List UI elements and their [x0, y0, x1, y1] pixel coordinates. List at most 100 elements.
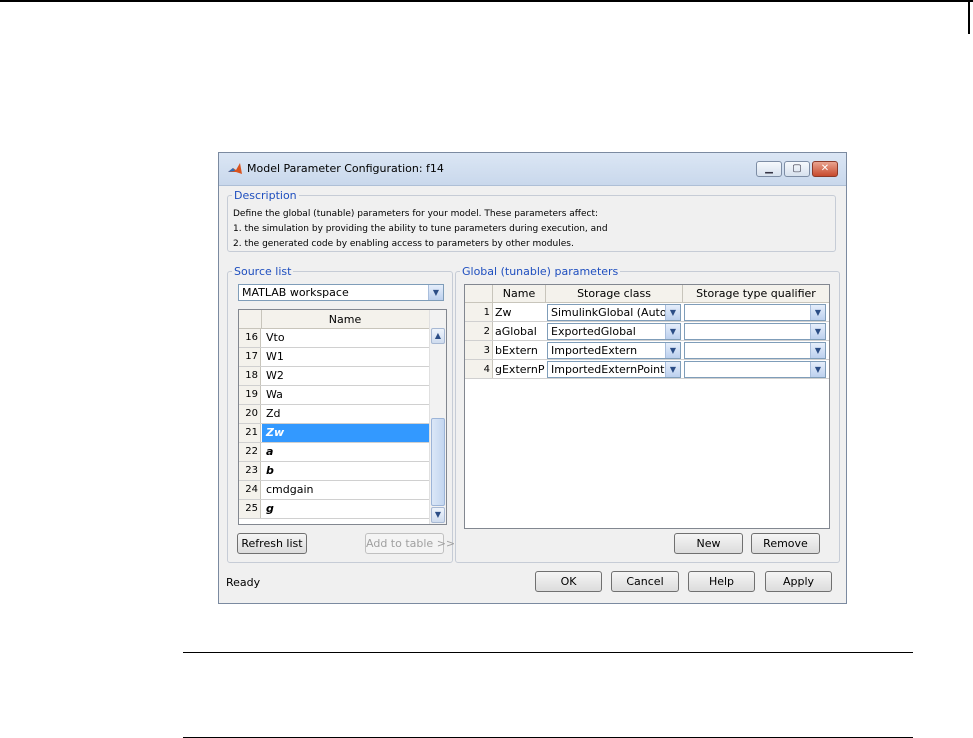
chevron-down-icon[interactable]: ▼ — [810, 305, 825, 320]
row-number: 4 — [465, 360, 493, 378]
list-item[interactable]: 22 a — [239, 443, 429, 462]
table-row[interactable]: 2 aGlobal ExportedGlobal ▼ ▼ — [465, 322, 829, 341]
page-corner-rule — [968, 0, 970, 34]
name-column-header[interactable]: Name — [261, 313, 429, 326]
variable-name: Wa — [266, 388, 283, 401]
description-text: Define the global (tunable) parameters f… — [233, 207, 608, 252]
chevron-down-icon[interactable]: ▼ — [810, 324, 825, 339]
global-params-table[interactable]: Name Storage class Storage type qualifie… — [464, 284, 830, 529]
apply-button[interactable]: Apply — [765, 571, 832, 592]
row-number: 17 — [239, 348, 261, 366]
variable-name: Zw — [266, 426, 285, 439]
list-item[interactable]: 17 W1 — [239, 348, 429, 367]
maximize-icon: ▢ — [792, 163, 802, 174]
chevron-down-icon[interactable]: ▼ — [665, 324, 680, 339]
storage-class-value: ExportedGlobal — [551, 325, 636, 338]
row-number: 3 — [465, 341, 493, 359]
minimize-button[interactable]: ▁ — [756, 161, 782, 177]
matlab-logo-icon — [228, 163, 242, 174]
list-item[interactable]: 19 Wa — [239, 386, 429, 405]
new-button[interactable]: New — [674, 533, 743, 554]
table-header: Name Storage class Storage type qualifie… — [465, 285, 829, 303]
header-corner — [239, 310, 262, 328]
list-item[interactable]: 23 b — [239, 462, 429, 481]
scroll-down-icon[interactable]: ▼ — [431, 507, 445, 523]
table-row[interactable]: 1 Zw SimulinkGlobal (Auto) ▼ ▼ — [465, 303, 829, 322]
storage-class-select[interactable]: SimulinkGlobal (Auto) ▼ — [547, 304, 681, 321]
remove-button[interactable]: Remove — [751, 533, 820, 554]
qualifier-select[interactable]: ▼ — [684, 323, 826, 340]
refresh-list-button[interactable]: Refresh list — [237, 533, 307, 554]
scroll-thumb[interactable] — [431, 418, 445, 506]
chevron-down-icon[interactable]: ▼ — [665, 305, 680, 320]
storage-class-value: ImportedExtern — [551, 344, 638, 357]
storage-class-value: SimulinkGlobal (Auto) — [551, 306, 671, 319]
description-legend: Description — [234, 189, 297, 202]
row-number: 21 — [239, 424, 261, 442]
model-parameter-dialog: Model Parameter Configuration: f14 ▁ ▢ ✕… — [218, 152, 847, 604]
add-to-table-button[interactable]: Add to table >> — [365, 533, 455, 554]
column-header-name[interactable]: Name — [493, 285, 546, 302]
row-number: 20 — [239, 405, 261, 423]
storage-class-select[interactable]: ImportedExtern ▼ — [547, 342, 681, 359]
param-name-cell[interactable]: gExternP — [495, 360, 544, 379]
row-number: 16 — [239, 329, 261, 347]
row-number: 22 — [239, 443, 261, 461]
table-row[interactable]: 4 gExternP ImportedExternPoint... ▼ ▼ — [465, 360, 829, 379]
scroll-up-icon[interactable]: ▲ — [431, 328, 445, 344]
variable-name: g — [266, 502, 274, 515]
row-number: 18 — [239, 367, 261, 385]
list-item[interactable]: 16 Vto — [239, 329, 429, 348]
row-number: 23 — [239, 462, 261, 480]
status-text: Ready — [226, 576, 261, 589]
help-button[interactable]: Help — [688, 571, 755, 592]
variable-name: cmdgain — [266, 483, 314, 496]
qualifier-select[interactable]: ▼ — [684, 304, 826, 321]
row-number: 1 — [465, 303, 493, 321]
chevron-down-icon[interactable]: ▼ — [810, 343, 825, 358]
list-item[interactable]: 25 g — [239, 500, 429, 519]
list-item[interactable]: 18 W2 — [239, 367, 429, 386]
column-header-storage-class[interactable]: Storage class — [546, 285, 683, 302]
close-icon: ✕ — [820, 163, 830, 174]
list-item[interactable]: 20 Zd — [239, 405, 429, 424]
param-name-cell[interactable]: aGlobal — [495, 322, 537, 341]
row-number: 24 — [239, 481, 261, 499]
cancel-button[interactable]: Cancel — [611, 571, 679, 592]
storage-class-select[interactable]: ExportedGlobal ▼ — [547, 323, 681, 340]
source-list-legend: Source list — [234, 265, 292, 278]
page-rule-upper — [183, 652, 913, 653]
source-select-value: MATLAB workspace — [242, 286, 349, 299]
param-name-cell[interactable]: Zw — [495, 303, 512, 322]
qualifier-select[interactable]: ▼ — [684, 361, 826, 378]
variable-name: a — [266, 445, 274, 458]
source-variable-list[interactable]: Name 16 Vto 17 W1 18 W2 19 Wa 20 Zd 21 Zw 22 a … — [238, 309, 447, 525]
row-number: 25 — [239, 500, 261, 518]
list-item-selected[interactable]: 21 Zw — [239, 424, 429, 443]
storage-class-select[interactable]: ImportedExternPoint... ▼ — [547, 361, 681, 378]
close-button[interactable]: ✕ — [812, 161, 838, 177]
maximize-button[interactable]: ▢ — [784, 161, 810, 177]
title-bar[interactable]: Model Parameter Configuration: f14 ▁ ▢ ✕ — [219, 153, 846, 186]
chevron-down-icon[interactable]: ▼ — [665, 362, 680, 377]
minimize-icon: ▁ — [765, 163, 773, 174]
chevron-down-icon[interactable]: ▼ — [665, 343, 680, 358]
qualifier-select[interactable]: ▼ — [684, 342, 826, 359]
chevron-down-icon[interactable]: ▼ — [428, 285, 443, 300]
row-number: 2 — [465, 322, 493, 340]
table-row[interactable]: 3 bExtern ImportedExtern ▼ ▼ — [465, 341, 829, 360]
param-name-cell[interactable]: bExtern — [495, 341, 538, 360]
vertical-scrollbar[interactable]: ▲ ▼ — [429, 310, 446, 524]
selection-highlight — [262, 424, 429, 442]
list-item[interactable]: 24 cmdgain — [239, 481, 429, 500]
row-number: 19 — [239, 386, 261, 404]
storage-class-value: ImportedExternPoint... — [551, 363, 675, 376]
variable-name: W1 — [266, 350, 284, 363]
ok-button[interactable]: OK — [535, 571, 602, 592]
column-header-qualifier[interactable]: Storage type qualifier — [683, 285, 829, 302]
global-params-legend: Global (tunable) parameters — [462, 265, 619, 278]
variable-name: Vto — [266, 331, 285, 344]
source-select[interactable]: MATLAB workspace ▼ — [238, 284, 444, 301]
chevron-down-icon[interactable]: ▼ — [810, 362, 825, 377]
description-line-1: Define the global (tunable) parameters f… — [233, 209, 599, 219]
